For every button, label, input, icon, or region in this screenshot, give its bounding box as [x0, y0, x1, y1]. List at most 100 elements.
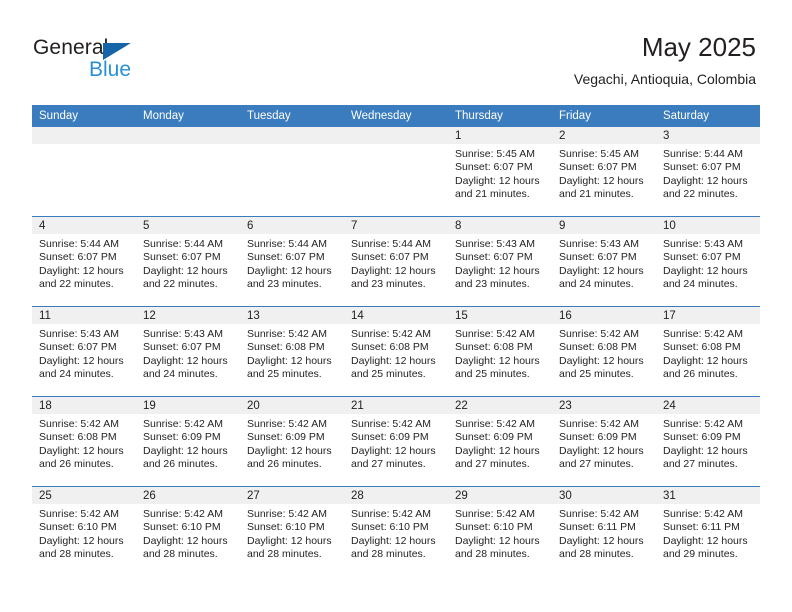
calendar-day-cell[interactable]: 31 Sunrise: 5:42 AM Sunset: 6:11 PM Dayligh…	[656, 486, 760, 576]
calendar-day-cell[interactable]: 5 Sunrise: 5:44 AM Sunset: 6:07 PM Daylight…	[136, 216, 240, 307]
daylight-text-line1: Daylight: 12 hours	[351, 264, 436, 277]
calendar-day-cell[interactable]: 11 Sunrise: 5:43 AM Sunset: 6:07 PM Dayligh…	[32, 306, 136, 397]
daylight-text-line2: and 21 minutes.	[559, 188, 634, 201]
calendar-day-cell[interactable]: 21 Sunrise: 5:42 AM Sunset: 6:09 PM Dayligh…	[344, 396, 448, 487]
calendar-day-cell[interactable]: 4 Sunrise: 5:44 AM Sunset: 6:07 PM Daylight…	[32, 216, 136, 307]
calendar-day: 11 Sunrise: 5:43 AM Sunset: 6:07 PM Dayligh…	[32, 307, 136, 396]
sunrise-text: Sunrise: 5:42 AM	[143, 508, 223, 520]
calendar-day-cell[interactable]: 6 Sunrise: 5:44 AM Sunset: 6:07 PM Daylight…	[240, 216, 344, 307]
day-number: 18	[39, 400, 52, 412]
calendar-day: 12 Sunrise: 5:43 AM Sunset: 6:07 PM Dayligh…	[136, 307, 240, 396]
calendar-day-cell[interactable]	[240, 127, 344, 217]
daylight-text-line1: Daylight: 12 hours	[663, 264, 748, 277]
calendar-day-cell[interactable]: 9 Sunrise: 5:43 AM Sunset: 6:07 PM Daylight…	[552, 216, 656, 307]
day-number-band: 8	[448, 217, 552, 234]
sunset-text: Sunset: 6:07 PM	[455, 251, 533, 264]
calendar-day-cell[interactable]: 14 Sunrise: 5:42 AM Sunset: 6:08 PM Dayligh…	[344, 306, 448, 397]
sunset-text: Sunset: 6:07 PM	[39, 251, 117, 264]
calendar-day-cell[interactable]: 30 Sunrise: 5:42 AM Sunset: 6:11 PM Dayligh…	[552, 486, 656, 576]
calendar-day-cell[interactable]: 7 Sunrise: 5:44 AM Sunset: 6:07 PM Daylight…	[344, 216, 448, 307]
calendar-day-cell[interactable]	[344, 127, 448, 217]
daylight-text-line1: Daylight: 12 hours	[143, 444, 228, 457]
calendar-day: 7 Sunrise: 5:44 AM Sunset: 6:07 PM Daylight…	[344, 217, 448, 306]
daylight-text-line1: Daylight: 12 hours	[143, 534, 228, 547]
calendar-week-row: 1 Sunrise: 5:45 AM Sunset: 6:07 PM Daylight…	[32, 127, 760, 217]
calendar-day-cell[interactable]: 2 Sunrise: 5:45 AM Sunset: 6:07 PM Daylight…	[552, 127, 656, 217]
calendar-day-cell[interactable]: 13 Sunrise: 5:42 AM Sunset: 6:08 PM Dayligh…	[240, 306, 344, 397]
day-details: Sunrise: 5:42 AM Sunset: 6:08 PM Daylight:…	[240, 324, 344, 382]
day-number-band: 12	[136, 307, 240, 324]
calendar-day-cell[interactable]	[136, 127, 240, 217]
daylight-text-line2: and 28 minutes.	[351, 548, 426, 561]
day-number-band: 31	[656, 487, 760, 504]
day-details: Sunrise: 5:45 AM Sunset: 6:07 PM Daylight:…	[552, 144, 656, 202]
daylight-text-line1: Daylight: 12 hours	[39, 354, 124, 367]
daylight-text-line1: Daylight: 12 hours	[455, 264, 540, 277]
calendar-day-cell[interactable]: 8 Sunrise: 5:43 AM Sunset: 6:07 PM Daylight…	[448, 216, 552, 307]
sunset-text: Sunset: 6:07 PM	[455, 161, 533, 174]
day-details: Sunrise: 5:42 AM Sunset: 6:08 PM Daylight:…	[552, 324, 656, 382]
day-number-band: 11	[32, 307, 136, 324]
daylight-text-line1: Daylight: 12 hours	[247, 534, 332, 547]
day-number-band	[136, 127, 240, 144]
calendar-day-cell[interactable]: 19 Sunrise: 5:42 AM Sunset: 6:09 PM Dayligh…	[136, 396, 240, 487]
day-number-band	[32, 127, 136, 144]
daylight-text-line1: Daylight: 12 hours	[247, 354, 332, 367]
day-number: 23	[559, 400, 572, 412]
calendar-day-cell[interactable]: 18 Sunrise: 5:42 AM Sunset: 6:08 PM Dayligh…	[32, 396, 136, 487]
sunrise-text: Sunrise: 5:42 AM	[247, 418, 327, 430]
day-details: Sunrise: 5:43 AM Sunset: 6:07 PM Daylight:…	[136, 324, 240, 382]
sunset-text: Sunset: 6:11 PM	[663, 521, 740, 534]
sunrise-text: Sunrise: 5:42 AM	[455, 328, 535, 340]
calendar-day-cell[interactable]: 26 Sunrise: 5:42 AM Sunset: 6:10 PM Dayligh…	[136, 486, 240, 576]
calendar-day-cell[interactable]: 1 Sunrise: 5:45 AM Sunset: 6:07 PM Daylight…	[448, 127, 552, 217]
daylight-text-line2: and 24 minutes.	[39, 368, 114, 381]
calendar-day: 26 Sunrise: 5:42 AM Sunset: 6:10 PM Dayligh…	[136, 487, 240, 576]
page-header: General Blue May 2025 Vegachi, Antioquia…	[0, 0, 792, 100]
day-number-band: 5	[136, 217, 240, 234]
calendar-day-cell[interactable]: 29 Sunrise: 5:42 AM Sunset: 6:10 PM Dayligh…	[448, 486, 552, 576]
calendar-day-cell[interactable]: 27 Sunrise: 5:42 AM Sunset: 6:10 PM Dayligh…	[240, 486, 344, 576]
daylight-text-line1: Daylight: 12 hours	[351, 354, 436, 367]
page-title: May 2025	[641, 32, 756, 62]
daylight-text-line1: Daylight: 12 hours	[559, 264, 644, 277]
calendar-day-cell[interactable]: 28 Sunrise: 5:42 AM Sunset: 6:10 PM Dayligh…	[344, 486, 448, 576]
calendar-day-cell[interactable]: 3 Sunrise: 5:44 AM Sunset: 6:07 PM Daylight…	[656, 127, 760, 217]
calendar-day-empty	[240, 127, 344, 216]
general-blue-logo[interactable]: General Blue	[33, 36, 163, 82]
day-number-band: 2	[552, 127, 656, 144]
day-number-band: 10	[656, 217, 760, 234]
daylight-text-line1: Daylight: 12 hours	[39, 444, 124, 457]
daylight-text-line2: and 25 minutes.	[559, 368, 634, 381]
calendar-day-cell[interactable]: 10 Sunrise: 5:43 AM Sunset: 6:07 PM Dayligh…	[656, 216, 760, 307]
calendar-day-cell[interactable]: 16 Sunrise: 5:42 AM Sunset: 6:08 PM Dayligh…	[552, 306, 656, 397]
calendar-body: 1 Sunrise: 5:45 AM Sunset: 6:07 PM Daylight…	[32, 127, 760, 576]
day-details: Sunrise: 5:42 AM Sunset: 6:08 PM Daylight:…	[32, 414, 136, 472]
daylight-text-line2: and 27 minutes.	[455, 458, 530, 471]
sunset-text: Sunset: 6:09 PM	[247, 431, 325, 444]
calendar-day-cell[interactable]: 17 Sunrise: 5:42 AM Sunset: 6:08 PM Dayligh…	[656, 306, 760, 397]
calendar-day-cell[interactable]: 20 Sunrise: 5:42 AM Sunset: 6:09 PM Dayligh…	[240, 396, 344, 487]
daylight-text-line1: Daylight: 12 hours	[247, 264, 332, 277]
sunrise-text: Sunrise: 5:42 AM	[663, 508, 743, 520]
daylight-text-line2: and 28 minutes.	[559, 548, 634, 561]
day-details: Sunrise: 5:42 AM Sunset: 6:10 PM Daylight:…	[240, 504, 344, 562]
calendar-day-cell[interactable]: 24 Sunrise: 5:42 AM Sunset: 6:09 PM Dayligh…	[656, 396, 760, 487]
calendar-day-cell[interactable]: 25 Sunrise: 5:42 AM Sunset: 6:10 PM Dayligh…	[32, 486, 136, 576]
calendar-day-empty	[344, 127, 448, 216]
daylight-text-line1: Daylight: 12 hours	[559, 534, 644, 547]
daylight-text-line2: and 24 minutes.	[559, 278, 634, 291]
calendar-day-cell[interactable]: 15 Sunrise: 5:42 AM Sunset: 6:08 PM Dayligh…	[448, 306, 552, 397]
calendar-day-cell[interactable]: 12 Sunrise: 5:43 AM Sunset: 6:07 PM Dayligh…	[136, 306, 240, 397]
calendar-day-cell[interactable]: 23 Sunrise: 5:42 AM Sunset: 6:09 PM Dayligh…	[552, 396, 656, 487]
day-details: Sunrise: 5:44 AM Sunset: 6:07 PM Daylight:…	[656, 144, 760, 202]
calendar-day-cell[interactable]: 22 Sunrise: 5:42 AM Sunset: 6:09 PM Dayligh…	[448, 396, 552, 487]
sunset-text: Sunset: 6:08 PM	[247, 341, 325, 354]
day-number: 26	[143, 490, 156, 502]
calendar-day: 22 Sunrise: 5:42 AM Sunset: 6:09 PM Dayligh…	[448, 397, 552, 486]
day-details: Sunrise: 5:44 AM Sunset: 6:07 PM Daylight:…	[344, 234, 448, 292]
daylight-text-line2: and 22 minutes.	[143, 278, 218, 291]
calendar-week-row: 11 Sunrise: 5:43 AM Sunset: 6:07 PM Dayligh…	[32, 306, 760, 397]
day-number: 5	[143, 220, 150, 232]
calendar-day-cell[interactable]	[32, 127, 136, 217]
